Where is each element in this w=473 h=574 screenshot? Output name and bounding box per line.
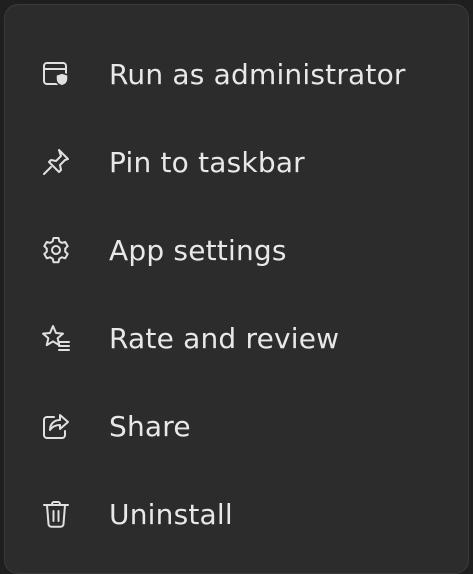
share-item[interactable]: Share (19, 393, 454, 459)
share-icon (39, 409, 73, 443)
share-label: Share (109, 409, 191, 443)
star-review-icon (39, 321, 73, 355)
run-as-administrator-item[interactable]: Run as administrator (19, 41, 454, 107)
pin-icon (39, 145, 73, 179)
pin-to-taskbar-item[interactable]: Pin to taskbar (19, 129, 454, 195)
run-as-administrator-label: Run as administrator (109, 57, 406, 91)
app-settings-label: App settings (109, 233, 287, 267)
trash-icon (39, 497, 73, 531)
app-settings-item[interactable]: App settings (19, 217, 454, 283)
gear-icon (39, 233, 73, 267)
rate-and-review-item[interactable]: Rate and review (19, 305, 454, 371)
pin-to-taskbar-label: Pin to taskbar (109, 145, 305, 179)
admin-shield-icon (39, 57, 73, 91)
rate-and-review-label: Rate and review (109, 321, 340, 355)
uninstall-label: Uninstall (109, 497, 233, 531)
uninstall-item[interactable]: Uninstall (19, 481, 454, 547)
context-menu: Run as administrator Pin to taskbar App … (4, 4, 469, 574)
